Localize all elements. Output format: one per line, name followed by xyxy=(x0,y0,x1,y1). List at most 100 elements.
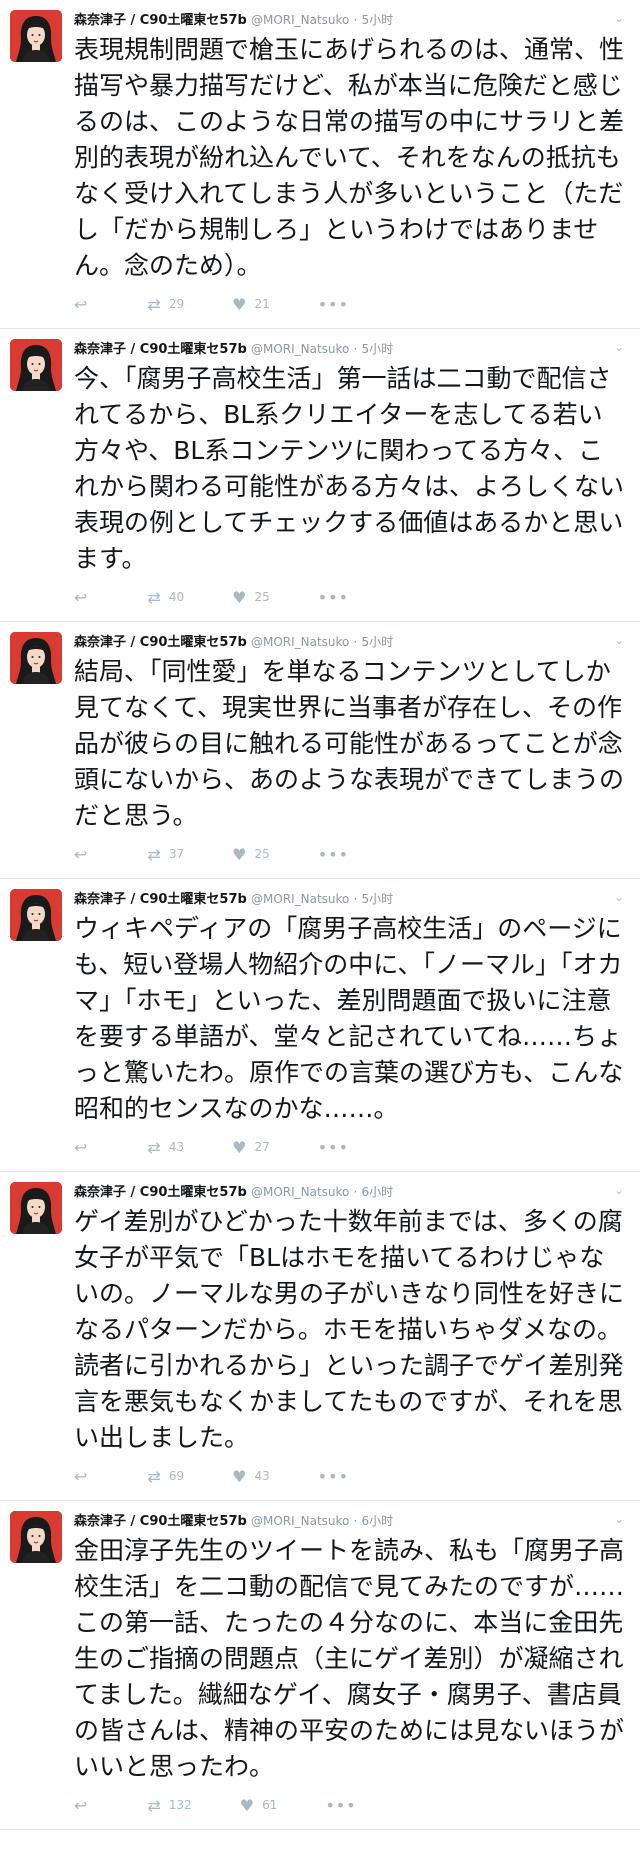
tweet-actions: ↩ ⇄ 132 ♥ 61 ••• xyxy=(74,1791,624,1819)
like-button[interactable]: ♥ 25 xyxy=(232,845,270,864)
reply-arrow-icon: ↩ xyxy=(74,587,88,607)
tweet-text: ゲイ差別がひどかった十数年前までは、多くの腐女子が平気で「BLはホモを描いてるわ… xyxy=(74,1207,625,1452)
avatar-illustration-icon xyxy=(10,10,62,62)
retweet-button[interactable]: ⇄ 43 xyxy=(147,1138,184,1157)
separator-dot: · xyxy=(353,635,358,649)
tweet-header: 森奈津子 / C90土曜東セ57b @MORI_Natsuko · 6小时 xyxy=(74,1182,624,1202)
tweet[interactable]: 森奈津子 / C90土曜東セ57b @MORI_Natsuko · 5小时 ⌄ … xyxy=(0,879,640,1172)
author-handle[interactable]: @MORI_Natsuko xyxy=(251,635,349,649)
reply-button[interactable]: ↩ xyxy=(74,295,95,314)
reply-button[interactable]: ↩ xyxy=(74,1467,95,1486)
like-count: 25 xyxy=(254,847,270,861)
like-count: 61 xyxy=(262,1798,278,1812)
retweet-button[interactable]: ⇄ 69 xyxy=(147,1467,184,1486)
author-handle[interactable]: @MORI_Natsuko xyxy=(251,1514,349,1528)
reply-button[interactable]: ↩ xyxy=(74,845,95,864)
avatar-illustration-icon xyxy=(10,1511,62,1563)
avatar[interactable] xyxy=(10,1511,62,1563)
tweet-text: 今、「腐男子高校生活」第一話は二コ動で配信されてるから、BL系クリエイターを志し… xyxy=(74,364,625,573)
retweet-count: 29 xyxy=(168,297,185,311)
avatar[interactable] xyxy=(10,889,62,941)
tweet-header: 森奈津子 / C90土曜東セ57b @MORI_Natsuko · 5小时 xyxy=(74,339,624,359)
reply-button[interactable]: ↩ xyxy=(74,1796,95,1815)
tweet-actions: ↩ ⇄ 37 ♥ 25 ••• xyxy=(74,840,624,868)
retweet-icon: ⇄ xyxy=(147,1795,161,1815)
like-button[interactable]: ♥ 43 xyxy=(232,1467,270,1486)
retweet-count: 40 xyxy=(168,590,185,604)
retweet-button[interactable]: ⇄ 40 xyxy=(147,588,184,607)
reply-arrow-icon: ↩ xyxy=(74,294,88,314)
tweet[interactable]: 森奈津子 / C90土曜東セ57b @MORI_Natsuko · 5小时 ⌄ … xyxy=(0,329,640,622)
heart-icon: ♥ xyxy=(239,1795,255,1815)
author-name[interactable]: 森奈津子 / C90土曜東セ57b xyxy=(74,1514,247,1529)
chevron-down-icon[interactable]: ⌄ xyxy=(612,341,626,355)
tweet-timestamp[interactable]: 5小时 xyxy=(362,635,394,649)
tweet-actions: ↩ ⇄ 40 ♥ 25 ••• xyxy=(74,583,624,611)
tweet-timestamp[interactable]: 5小时 xyxy=(362,892,394,906)
avatar[interactable] xyxy=(10,632,62,684)
chevron-down-icon[interactable]: ⌄ xyxy=(612,891,626,905)
separator-dot: · xyxy=(353,1514,358,1528)
heart-icon: ♥ xyxy=(232,294,247,314)
tweet[interactable]: 森奈津子 / C90土曜東セ57b @MORI_Natsuko · 6小时 ⌄ … xyxy=(0,1501,640,1830)
author-handle[interactable]: @MORI_Natsuko xyxy=(251,892,349,906)
reply-button[interactable]: ↩ xyxy=(74,588,95,607)
avatar[interactable] xyxy=(10,1182,62,1234)
tweet-text: 金田淳子先生のツイートを読み、私も「腐男子高校生活」を二コ動の配信で見てみたので… xyxy=(74,1536,625,1781)
reply-arrow-icon: ↩ xyxy=(74,1795,88,1815)
tweet-timestamp[interactable]: 6小时 xyxy=(362,1185,394,1199)
separator-dot: · xyxy=(353,892,358,906)
retweet-button[interactable]: ⇄ 132 xyxy=(147,1796,191,1815)
tweet-header: 森奈津子 / C90土曜東セ57b @MORI_Natsuko · 6小时 xyxy=(74,1511,624,1531)
like-button[interactable]: ♥ 27 xyxy=(232,1138,270,1157)
like-count: 27 xyxy=(254,1140,270,1154)
author-name[interactable]: 森奈津子 / C90土曜東セ57b xyxy=(74,342,247,357)
chevron-down-icon[interactable]: ⌄ xyxy=(612,1184,626,1198)
more-dots-icon[interactable]: ••• xyxy=(318,295,349,314)
reply-arrow-icon: ↩ xyxy=(74,1466,88,1486)
author-name[interactable]: 森奈津子 / C90土曜東セ57b xyxy=(74,13,247,28)
author-name[interactable]: 森奈津子 / C90土曜東セ57b xyxy=(74,892,247,907)
tweet-header: 森奈津子 / C90土曜東セ57b @MORI_Natsuko · 5小时 xyxy=(74,10,624,30)
retweet-button[interactable]: ⇄ 37 xyxy=(147,845,184,864)
avatar[interactable] xyxy=(10,339,62,391)
more-dots-icon[interactable]: ••• xyxy=(318,588,349,607)
reply-arrow-icon: ↩ xyxy=(74,1137,88,1157)
tweet-timestamp[interactable]: 5小时 xyxy=(362,342,394,356)
like-button[interactable]: ♥ 25 xyxy=(232,588,270,607)
chevron-down-icon[interactable]: ⌄ xyxy=(612,12,626,26)
more-dots-icon[interactable]: ••• xyxy=(325,1796,356,1815)
more-dots-icon[interactable]: ••• xyxy=(318,1138,349,1157)
retweet-icon: ⇄ xyxy=(147,844,161,864)
avatar[interactable] xyxy=(10,10,62,62)
heart-icon: ♥ xyxy=(232,1466,247,1486)
author-handle[interactable]: @MORI_Natsuko xyxy=(251,1185,349,1199)
tweet[interactable]: 森奈津子 / C90土曜東セ57b @MORI_Natsuko · 5小时 ⌄ … xyxy=(0,622,640,879)
tweet-header: 森奈津子 / C90土曜東セ57b @MORI_Natsuko · 5小时 xyxy=(74,632,624,652)
tweet[interactable]: 森奈津子 / C90土曜東セ57b @MORI_Natsuko · 5小时 ⌄ … xyxy=(0,0,640,329)
like-button[interactable]: ♥ 61 xyxy=(240,1796,278,1815)
tweet-timestamp[interactable]: 5小时 xyxy=(362,13,394,27)
more-dots-icon[interactable]: ••• xyxy=(318,1467,349,1486)
retweet-icon: ⇄ xyxy=(147,1137,161,1157)
avatar-illustration-icon xyxy=(10,339,62,391)
author-handle[interactable]: @MORI_Natsuko xyxy=(251,342,349,356)
author-handle[interactable]: @MORI_Natsuko xyxy=(251,13,349,27)
retweet-icon: ⇄ xyxy=(147,1466,161,1486)
like-count: 21 xyxy=(254,297,270,311)
chevron-down-icon[interactable]: ⌄ xyxy=(612,1513,626,1527)
chevron-down-icon[interactable]: ⌄ xyxy=(612,634,626,648)
author-name[interactable]: 森奈津子 / C90土曜東セ57b xyxy=(74,635,247,650)
reply-button[interactable]: ↩ xyxy=(74,1138,95,1157)
like-count: 25 xyxy=(254,590,270,604)
avatar-illustration-icon xyxy=(10,632,62,684)
avatar-illustration-icon xyxy=(10,1182,62,1234)
tweet[interactable]: 森奈津子 / C90土曜東セ57b @MORI_Natsuko · 6小时 ⌄ … xyxy=(0,1172,640,1501)
like-button[interactable]: ♥ 21 xyxy=(232,295,270,314)
author-name[interactable]: 森奈津子 / C90土曜東セ57b xyxy=(74,1185,247,1200)
heart-icon: ♥ xyxy=(232,587,247,607)
retweet-button[interactable]: ⇄ 29 xyxy=(147,295,184,314)
more-dots-icon[interactable]: ••• xyxy=(318,845,349,864)
tweet-timestamp[interactable]: 6小时 xyxy=(362,1514,394,1528)
tweet-timeline: 森奈津子 / C90土曜東セ57b @MORI_Natsuko · 5小时 ⌄ … xyxy=(0,0,640,1830)
